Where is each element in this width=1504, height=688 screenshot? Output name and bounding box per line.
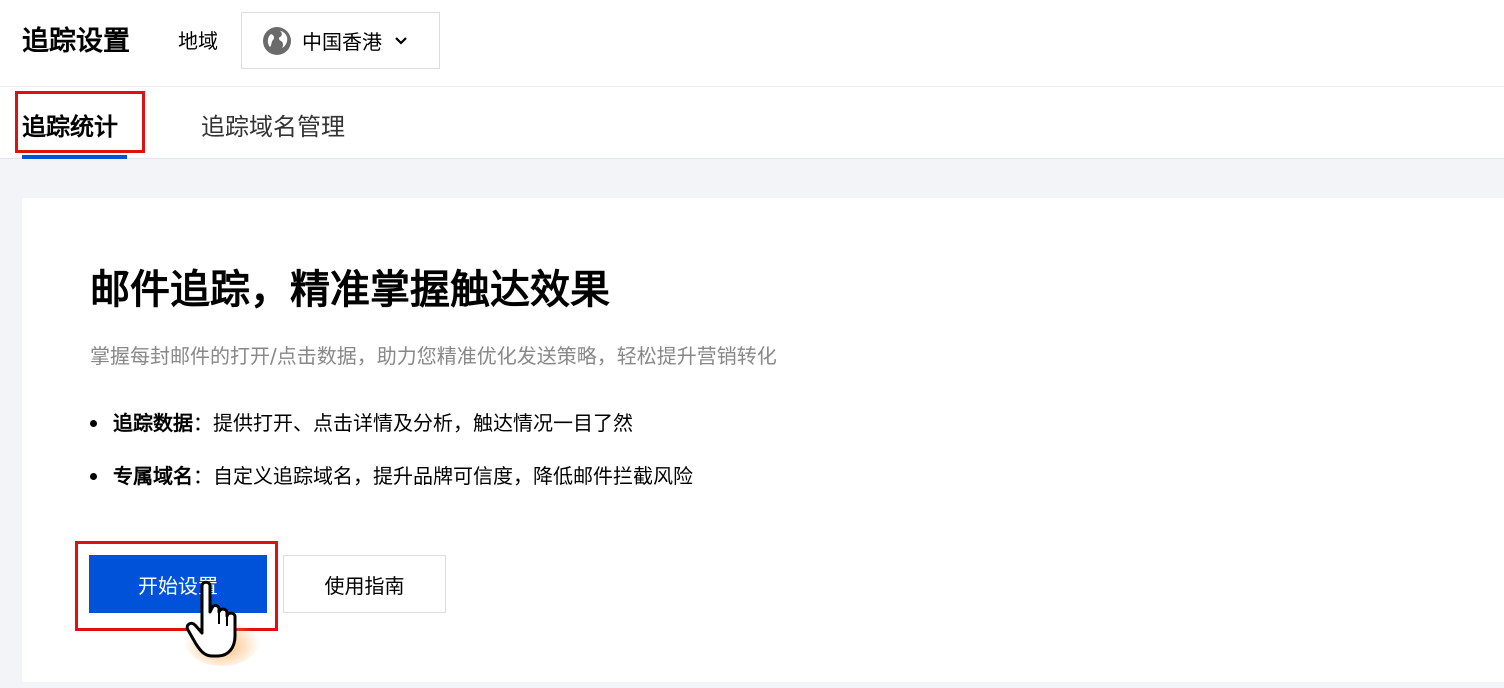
user-guide-button[interactable]: 使用指南 — [283, 555, 446, 613]
feature-title: 追踪数据 — [113, 411, 193, 435]
active-tab-indicator — [22, 155, 127, 159]
tab-bar: 追踪统计 追踪域名管理 — [0, 86, 1504, 159]
bullet-dot — [90, 472, 97, 480]
intro-card: 邮件追踪，精准掌握触达效果 掌握每封邮件的打开/点击数据，助力您精准优化发送策略… — [22, 198, 1504, 682]
feature-item: 专属域名 ：自定义追踪域名，提升品牌可信度，降低邮件拦截风险 — [90, 461, 693, 491]
region-select[interactable]: 中国香港 — [241, 12, 440, 69]
hand-pointer-icon — [184, 580, 260, 666]
top-bar: 追踪设置 地域 中国香港 — [0, 0, 1504, 86]
bullet-dot — [90, 419, 97, 427]
feature-text: ：自定义追踪域名，提升品牌可信度，降低邮件拦截风险 — [193, 464, 693, 488]
highlight-box-tab — [15, 91, 145, 153]
subtitle: 掌握每封邮件的打开/点击数据，助力您精准优化发送策略，轻松提升营销转化 — [90, 344, 777, 368]
region-label: 地域 — [178, 29, 218, 53]
feature-title: 专属域名 — [113, 464, 193, 488]
headline: 邮件追踪，精准掌握触达效果 — [90, 267, 610, 313]
feature-text: ：提供打开、点击详情及分析，触达情况一目了然 — [193, 411, 633, 435]
page-title: 追踪设置 — [22, 26, 130, 57]
tab-tracking-domain-management[interactable]: 追踪域名管理 — [201, 109, 345, 145]
feature-item: 追踪数据 ：提供打开、点击详情及分析，触达情况一目了然 — [90, 408, 633, 438]
chevron-down-icon — [395, 36, 407, 45]
region-value: 中国香港 — [302, 30, 382, 54]
globe-icon — [263, 26, 291, 55]
